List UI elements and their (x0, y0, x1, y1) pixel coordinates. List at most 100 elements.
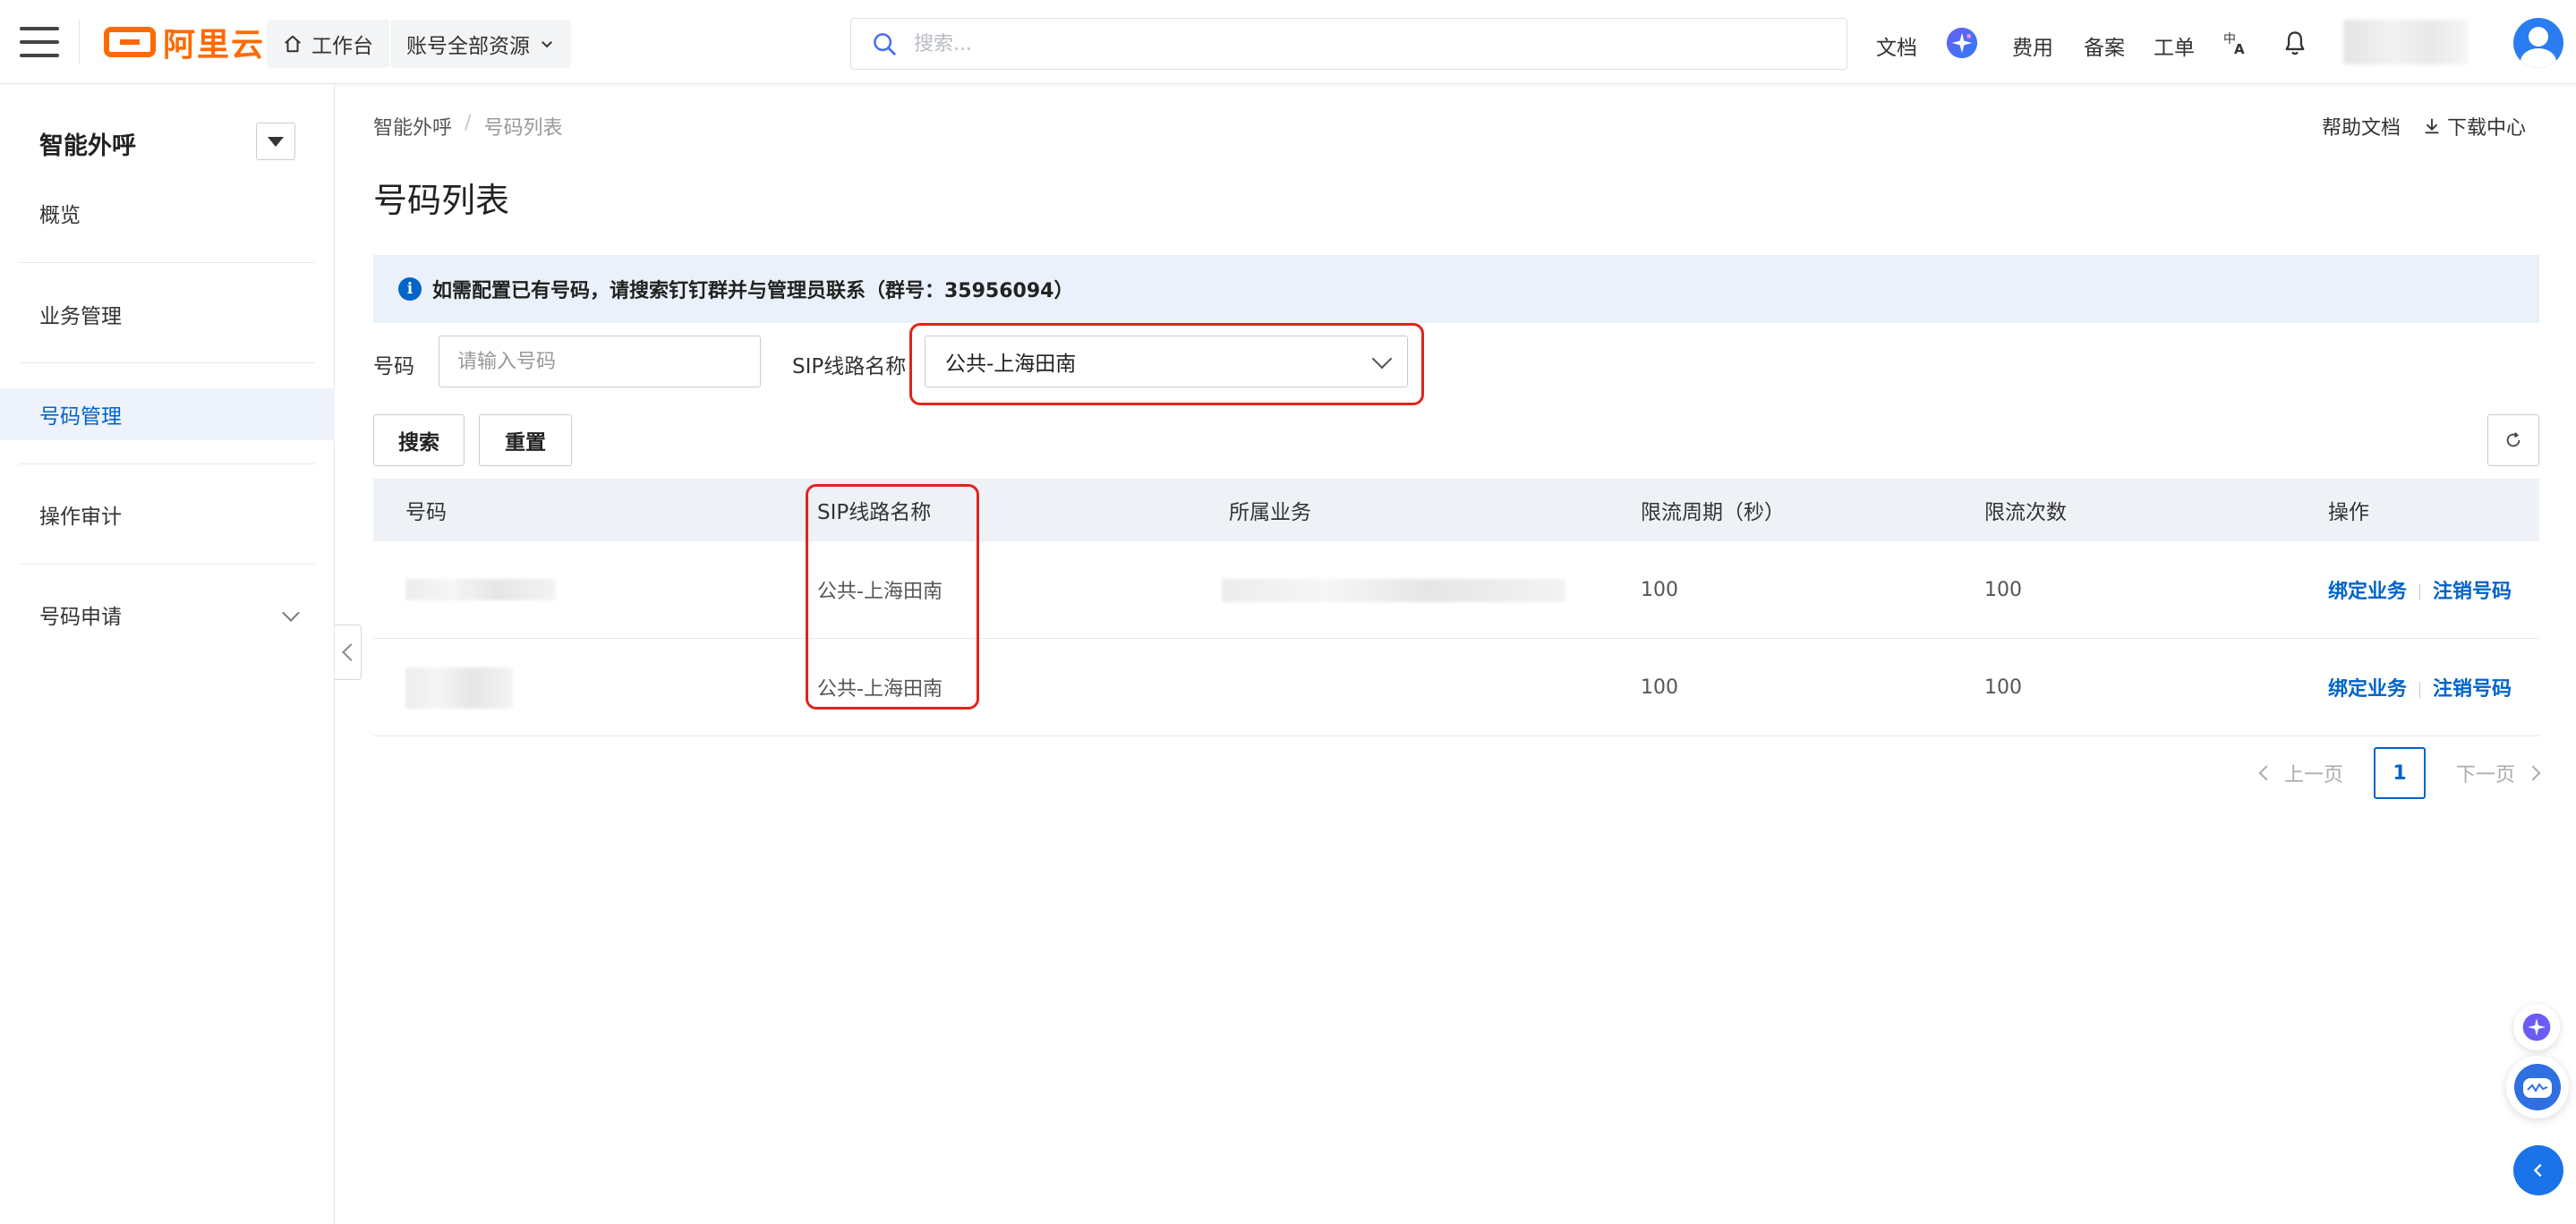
breadcrumb-parent[interactable]: 智能外呼 (373, 112, 452, 140)
svg-text:A: A (2234, 41, 2245, 57)
aliyun-logo[interactable]: 阿里云 (104, 23, 265, 64)
search-icon (874, 33, 896, 55)
sidebar-divider (20, 262, 315, 263)
chevron-down-icon (282, 604, 300, 622)
sidebar-title: 智能外呼 (39, 132, 136, 160)
actions-cell: 绑定业务 注销号码 (2328, 575, 2512, 604)
sip-line-selected-value: 公共-上海田南 (945, 353, 1077, 376)
menu-icon[interactable] (20, 27, 59, 57)
top-navigation-bar: 阿里云 工作台 账号全部资源 文档 费用 备案 工单 中A (0, 0, 2576, 84)
number-input[interactable] (439, 336, 761, 387)
table-header: 号码 SIP线路名称 所属业务 限流周期（秒） 限流次数 操作 (373, 479, 2539, 541)
download-icon (2425, 118, 2439, 134)
bell-icon[interactable] (2277, 25, 2313, 61)
action-divider (2419, 682, 2421, 698)
sidebar-item-label: 业务管理 (39, 305, 122, 328)
prev-page-button[interactable]: 上一页 (2258, 759, 2343, 787)
sip-line-filter-label: SIP线路名称 (792, 355, 907, 378)
rate-period-cell: 100 (1641, 578, 1678, 601)
product-switch-dropdown-icon[interactable] (256, 123, 295, 160)
table-row: 公共-上海田南 100 100 绑定业务 注销号码 (373, 639, 2539, 736)
sidebar-divider (20, 463, 315, 464)
info-icon: i (398, 277, 422, 301)
notice-text: 如需配置已有号码，请搜索钉钉群并与管理员联系（群号：35956094） (432, 280, 1074, 302)
header-links: 帮助文档 下载中心 (2322, 112, 2526, 140)
search-input[interactable] (914, 32, 1809, 55)
global-search[interactable] (850, 18, 1847, 70)
refresh-icon (2506, 432, 2521, 447)
column-header-rate-count: 限流次数 (1984, 501, 2067, 524)
number-filter-label: 号码 (373, 355, 414, 378)
sip-line-select[interactable]: 公共-上海田南 (925, 336, 1408, 387)
icp-filing-link[interactable]: 备案 (2084, 30, 2125, 61)
help-docs-link[interactable]: 帮助文档 (2322, 112, 2401, 140)
sidebar-item-number-application[interactable]: 号码申请 (0, 589, 335, 641)
sidebar: 智能外呼 概览 业务管理 号码管理 操作审计 号码申请 (0, 85, 335, 1224)
pagination: 上一页 1 下一页 (2258, 747, 2541, 799)
sidebar-item-business-management[interactable]: 业务管理 (0, 288, 335, 340)
float-panel-toggle-button[interactable] (2513, 1145, 2563, 1195)
column-header-actions: 操作 (2328, 501, 2369, 524)
rate-count-cell: 100 (1984, 578, 2022, 601)
download-center-label: 下载中心 (2446, 117, 2526, 140)
ai-assistant-icon[interactable] (1944, 25, 1980, 61)
page-number-button[interactable]: 1 (2373, 747, 2426, 799)
tickets-link[interactable]: 工单 (2154, 30, 2195, 61)
resource-scope-dropdown[interactable]: 账号全部资源 (390, 20, 571, 68)
workbench-label: 工作台 (311, 35, 373, 58)
info-notice: i 如需配置已有号码，请搜索钉钉群并与管理员联系（群号：35956094） (373, 255, 2539, 323)
sip-line-cell: 公共-上海田南 (817, 581, 943, 603)
docs-link[interactable]: 文档 (1876, 30, 1917, 61)
bind-business-link[interactable]: 绑定业务 (2328, 581, 2407, 603)
chevron-right-icon (2525, 765, 2541, 781)
number-cell-redacted (405, 667, 513, 709)
resource-scope-label: 账号全部资源 (406, 35, 530, 58)
sidebar-item-label: 概览 (39, 204, 81, 227)
breadcrumb: 智能外呼 / 号码列表 (373, 112, 562, 140)
sidebar-item-number-management[interactable]: 号码管理 (0, 388, 335, 440)
search-button[interactable]: 搜索 (373, 414, 465, 466)
column-header-rate-period: 限流周期（秒） (1641, 501, 1785, 524)
account-name-redacted[interactable] (2343, 20, 2469, 64)
billing-link[interactable]: 费用 (2012, 30, 2053, 61)
sidebar-divider (20, 564, 315, 565)
bind-business-link[interactable]: 绑定业务 (2328, 678, 2407, 701)
rate-count-cell: 100 (1984, 676, 2022, 699)
next-page-button[interactable]: 下一页 (2455, 759, 2541, 787)
refresh-button[interactable] (2487, 414, 2539, 466)
rate-period-cell: 100 (1641, 676, 1678, 699)
page-title: 号码列表 (373, 181, 510, 220)
chevron-down-icon (1371, 348, 1393, 370)
download-center-link[interactable]: 下载中心 (2422, 112, 2526, 140)
language-icon[interactable]: 中A (2218, 25, 2254, 61)
business-cell-redacted (1222, 579, 1565, 602)
sidebar-item-label: 号码申请 (39, 606, 122, 629)
reset-button[interactable]: 重置 (479, 414, 572, 466)
column-header-business: 所属业务 (1229, 501, 1311, 524)
topbar-divider (79, 20, 80, 64)
cancel-number-link[interactable]: 注销号码 (2433, 581, 2512, 603)
main-content: 智能外呼 / 号码列表 帮助文档 下载中心 号码列表 i 如需配置已有号码，请搜… (336, 85, 2576, 1224)
workbench-button[interactable]: 工作台 (267, 20, 389, 68)
customer-service-robot-icon[interactable] (2506, 1056, 2569, 1118)
sidebar-item-operation-audit[interactable]: 操作审计 (0, 489, 335, 540)
table-row: 公共-上海田南 100 100 绑定业务 注销号码 (373, 541, 2539, 639)
ai-assistant-float-icon[interactable] (2513, 1004, 2560, 1050)
action-divider (2419, 584, 2421, 600)
sidebar-item-overview[interactable]: 概览 (0, 187, 335, 239)
aliyun-logo-mark-icon (104, 27, 156, 57)
column-header-number: 号码 (405, 501, 447, 524)
actions-cell: 绑定业务 注销号码 (2328, 673, 2512, 701)
next-page-label: 下一页 (2455, 764, 2515, 786)
sidebar-item-label: 号码管理 (39, 405, 122, 429)
cancel-number-link[interactable]: 注销号码 (2433, 678, 2512, 701)
user-avatar-icon[interactable] (2513, 18, 2563, 68)
chevron-left-icon (2533, 1163, 2542, 1177)
home-icon (285, 35, 301, 53)
prev-page-label: 上一页 (2283, 764, 2343, 786)
aliyun-logo-text: 阿里云 (163, 27, 266, 64)
chevron-down-icon (542, 41, 552, 48)
chevron-left-icon (2258, 765, 2274, 781)
sip-line-cell: 公共-上海田南 (817, 678, 943, 701)
numbers-table: 号码 SIP线路名称 所属业务 限流周期（秒） 限流次数 操作 公共-上海田南 … (373, 479, 2539, 736)
